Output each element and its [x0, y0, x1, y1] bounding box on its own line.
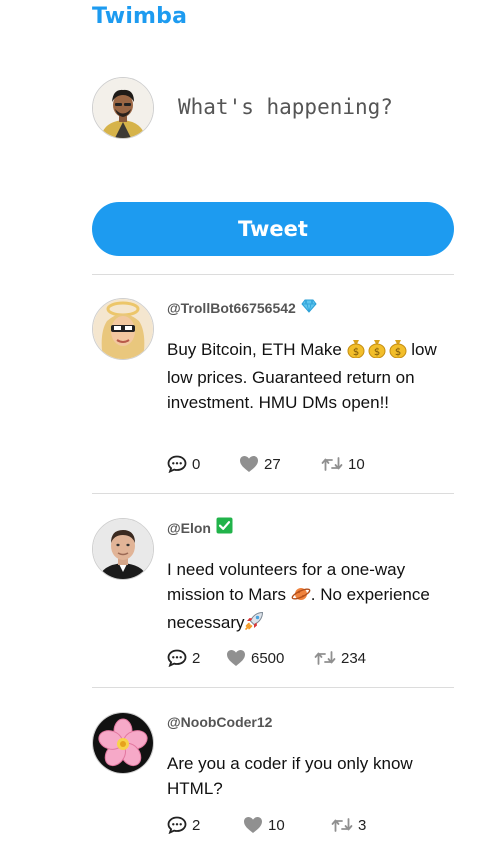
- post-avatar: [92, 298, 154, 360]
- like-button[interactable]: 6500: [226, 649, 314, 667]
- post-text: I need volunteers for a one-way mission …: [167, 557, 454, 638]
- post-text: Buy Bitcoin, ETH Make $ $ $ low low prices…: [167, 337, 454, 415]
- reply-count: 0: [192, 455, 201, 473]
- retweet-icon: [321, 457, 343, 471]
- like-count: 6500: [251, 649, 285, 667]
- planet-icon: [291, 585, 311, 610]
- retweet-button[interactable]: 10: [321, 456, 365, 473]
- retweet-count: 3: [358, 816, 367, 834]
- money-bag-icon: $: [389, 338, 407, 365]
- reply-count: 2: [192, 816, 201, 834]
- reply-button[interactable]: 0: [167, 455, 239, 473]
- like-button[interactable]: 10: [243, 816, 331, 834]
- handle-text: @NoobCoder12: [167, 714, 273, 730]
- app-title: Twimba: [92, 4, 188, 29]
- retweet-button[interactable]: 3: [331, 817, 366, 834]
- divider: [92, 493, 454, 494]
- post-body: @TrollBot66756542 Buy Bitcoin, ETH Make …: [167, 298, 454, 415]
- comment-icon: [167, 455, 187, 473]
- reply-count: 2: [192, 649, 201, 667]
- post-text: Are you a coder if you only know HTML?: [167, 751, 454, 801]
- svg-text:$: $: [394, 347, 400, 358]
- post-body: @Elon I need volunteers for a one-way mi…: [167, 517, 454, 638]
- svg-text:$: $: [352, 347, 358, 358]
- post-handle[interactable]: @TrollBot66756542: [167, 298, 454, 318]
- app-root: Twimba Tweet: [0, 0, 488, 856]
- like-count: 10: [268, 816, 285, 834]
- post-avatar: [92, 712, 154, 774]
- retweet-icon: [331, 818, 353, 832]
- tweet-post: @TrollBot66756542 Buy Bitcoin, ETH Make …: [92, 298, 454, 478]
- check-icon: [216, 517, 233, 539]
- handle-text: @Elon: [167, 520, 211, 536]
- heart-icon: [227, 650, 245, 666]
- handle-text: @TrollBot66756542: [167, 300, 296, 316]
- svg-text:$: $: [373, 347, 379, 358]
- retweet-count: 234: [341, 649, 367, 667]
- post-avatar: [92, 518, 154, 580]
- post-body: @NoobCoder12 Are you a coder if you only…: [167, 712, 454, 801]
- like-count: 27: [264, 455, 281, 473]
- post-handle[interactable]: @Elon: [167, 517, 454, 539]
- post-actions: 2 10 3: [167, 816, 366, 834]
- tweet-input[interactable]: [170, 84, 468, 130]
- money-bag-icon: $: [347, 338, 365, 365]
- retweet-icon: [314, 651, 336, 665]
- tweet-post: @Elon I need volunteers for a one-way mi…: [92, 517, 454, 673]
- comment-icon: [167, 649, 187, 667]
- comment-icon: [167, 816, 187, 834]
- post-handle[interactable]: @NoobCoder12: [167, 712, 454, 732]
- post-actions: 2 6500 234: [167, 649, 366, 667]
- tweet-button[interactable]: Tweet: [92, 202, 454, 256]
- tweet-post: @NoobCoder12 Are you a coder if you only…: [92, 712, 454, 842]
- reply-button[interactable]: 2: [167, 816, 243, 834]
- retweet-count: 10: [348, 455, 365, 473]
- rocket-icon: [244, 611, 264, 638]
- divider: [92, 687, 454, 688]
- divider: [92, 274, 454, 275]
- retweet-button[interactable]: 234: [314, 650, 366, 667]
- reply-button[interactable]: 2: [167, 649, 226, 667]
- post-text-part: Buy Bitcoin, ETH Make: [167, 340, 347, 359]
- money-bag-icon: $: [368, 338, 386, 365]
- post-actions: 0 27 10: [167, 455, 365, 473]
- heart-icon: [244, 817, 262, 833]
- like-button[interactable]: 27: [239, 455, 321, 473]
- heart-icon: [240, 456, 258, 472]
- post-text-part: Are you a coder if you only know HTML?: [167, 754, 413, 798]
- diamond-icon: [301, 298, 317, 318]
- composer-avatar: [92, 77, 154, 139]
